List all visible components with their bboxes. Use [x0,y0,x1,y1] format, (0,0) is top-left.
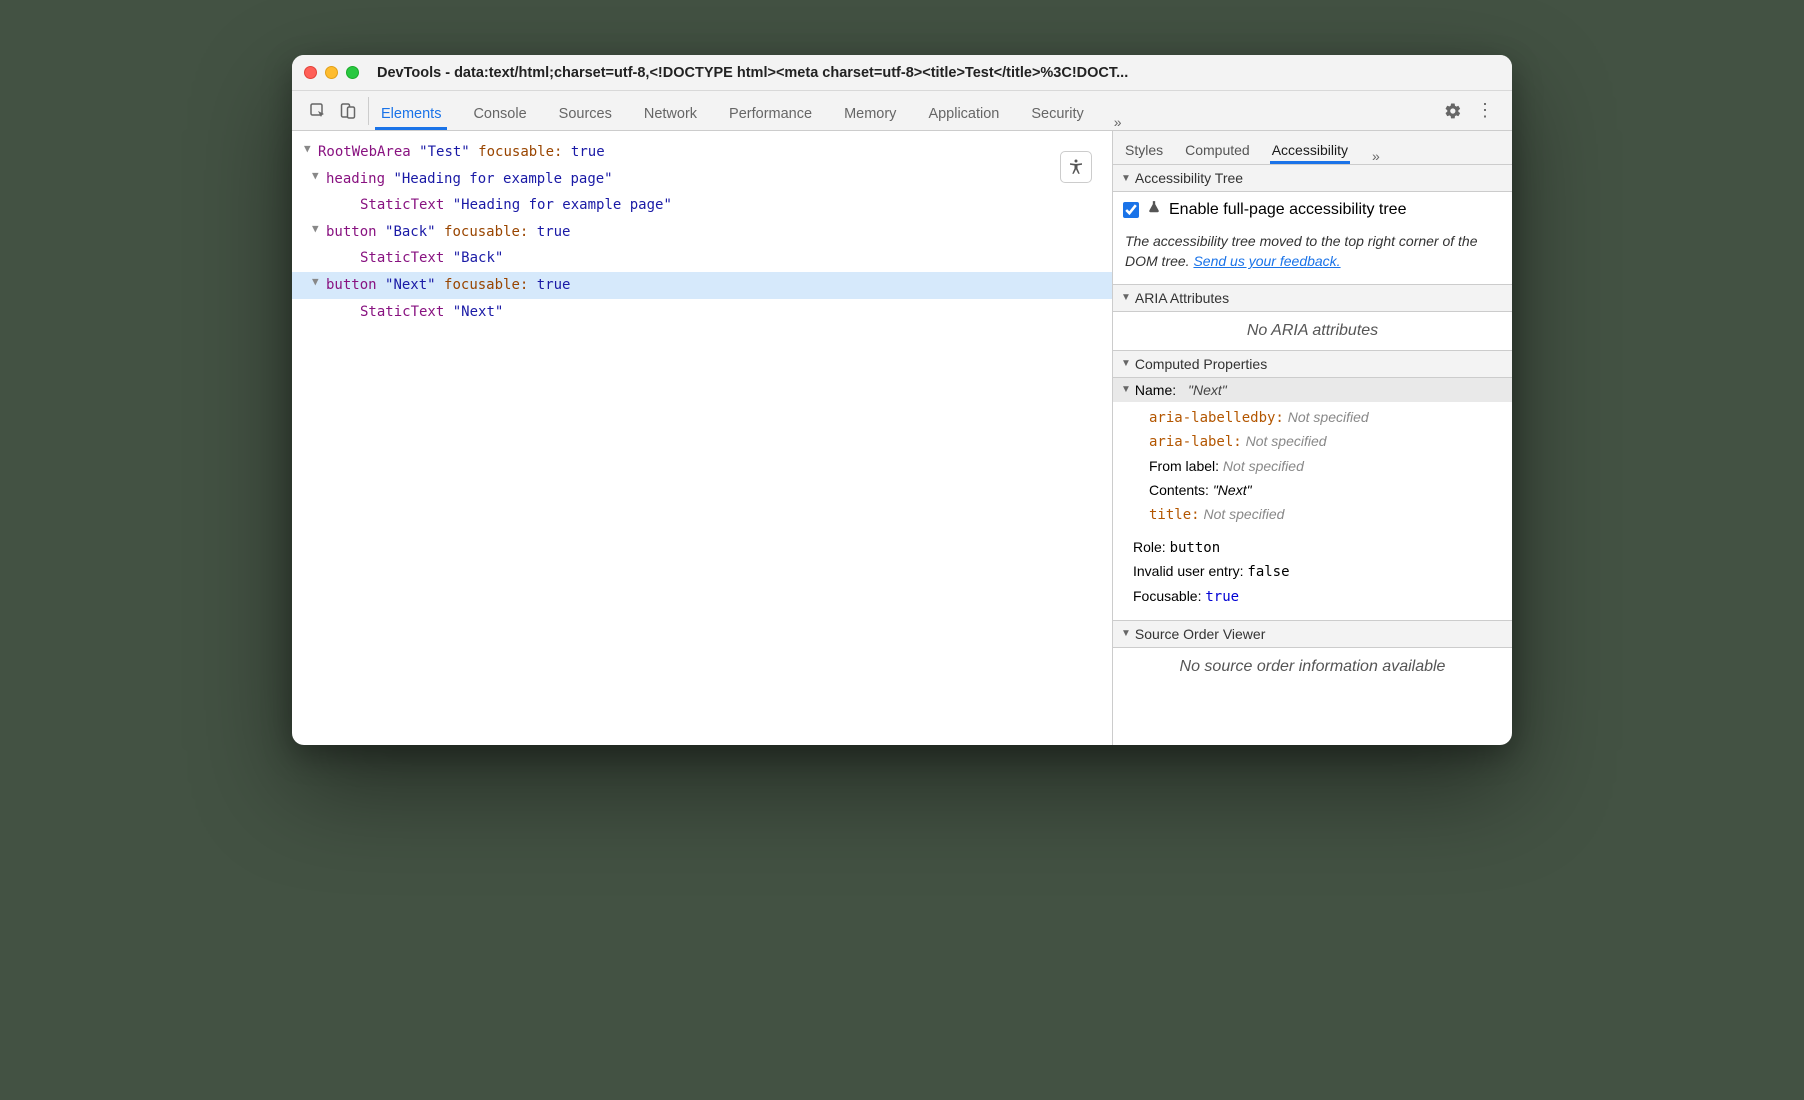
close-icon[interactable] [304,66,317,79]
tab-performance[interactable]: Performance [723,96,818,130]
tree-button-back[interactable]: ▼button "Back" focusable: true [292,219,1112,246]
kebab-menu-icon[interactable]: ⋮ [1476,102,1494,120]
more-side-tabs-icon[interactable]: » [1368,148,1384,164]
side-tab-computed[interactable]: Computed [1183,135,1252,164]
accessibility-icon[interactable] [1060,151,1092,183]
enable-full-page-label: Enable full-page accessibility tree [1169,201,1406,219]
from-label-row: From label: Not specified [1149,455,1512,479]
tab-application[interactable]: Application [922,96,1005,130]
aria-label-row: aria-label: Not specified [1149,430,1512,455]
section-accessibility-tree[interactable]: ▼Accessibility Tree [1113,165,1512,192]
main-tabs: Elements Console Sources Network Perform… [375,91,1432,130]
side-tab-accessibility[interactable]: Accessibility [1270,135,1350,164]
title-row: title: Not specified [1149,503,1512,528]
invalid-row: Invalid user entry: false [1133,560,1512,585]
tree-heading-text[interactable]: StaticText "Heading for example page" [292,192,1112,219]
device-toolbar-icon[interactable] [338,101,358,121]
tab-memory[interactable]: Memory [838,96,902,130]
tree-heading[interactable]: ▼heading "Heading for example page" [292,166,1112,193]
inspect-element-icon[interactable] [308,101,328,121]
section-aria-attributes[interactable]: ▼ARIA Attributes [1113,284,1512,312]
sidebar-tabs: Styles Computed Accessibility » [1113,131,1512,165]
enable-full-page-checkbox[interactable] [1123,202,1139,218]
chevron-down-icon: ▼ [1121,628,1131,639]
minimize-icon[interactable] [325,66,338,79]
chevron-down-icon: ▼ [1121,173,1131,184]
accessibility-tree: ▼RootWebArea "Test" focusable: true ▼hea… [292,139,1112,325]
toolbar-right: ⋮ [1432,102,1506,120]
role-row: Role: button [1133,536,1512,561]
enable-full-page-row: Enable full-page accessibility tree [1113,192,1512,227]
tab-sources[interactable]: Sources [553,96,618,130]
info-text: The accessibility tree moved to the top … [1113,227,1512,284]
traffic-lights [304,66,359,79]
titlebar: DevTools - data:text/html;charset=utf-8,… [292,55,1512,91]
tab-console[interactable]: Console [467,96,532,130]
tree-root[interactable]: ▼RootWebArea "Test" focusable: true [292,139,1112,166]
flask-icon [1147,200,1161,219]
toolbar-icons [298,97,369,125]
body: ▼RootWebArea "Test" focusable: true ▼hea… [292,131,1512,745]
tab-elements[interactable]: Elements [375,96,447,130]
no-aria-attributes: No ARIA attributes [1113,312,1512,350]
focusable-row: Focusable: true [1133,585,1512,610]
window-title: DevTools - data:text/html;charset=utf-8,… [377,65,1500,81]
tab-network[interactable]: Network [638,96,703,130]
chevron-down-icon: ▼ [1121,358,1131,369]
devtools-window: DevTools - data:text/html;charset=utf-8,… [292,55,1512,745]
aria-labelledby-row: aria-labelledby: Not specified [1149,406,1512,431]
section-computed-properties[interactable]: ▼Computed Properties [1113,350,1512,378]
section-source-order[interactable]: ▼Source Order Viewer [1113,620,1512,648]
zoom-icon[interactable] [346,66,359,79]
simple-props: Role: button Invalid user entry: false F… [1113,532,1512,620]
tree-button-next[interactable]: ▼button "Next" focusable: true [292,272,1112,299]
contents-row: Contents: "Next" [1149,479,1512,503]
no-source-order: No source order information available [1113,648,1512,686]
sidebar: Styles Computed Accessibility » ▼Accessi… [1112,131,1512,745]
main-toolbar: Elements Console Sources Network Perform… [292,91,1512,131]
tree-back-text[interactable]: StaticText "Back" [292,245,1112,272]
name-row[interactable]: ▼Name: "Next" [1113,378,1512,402]
name-sources: aria-labelledby: Not specified aria-labe… [1113,402,1512,532]
chevron-down-icon: ▼ [1121,384,1131,395]
side-tab-styles[interactable]: Styles [1123,135,1165,164]
tree-next-text[interactable]: StaticText "Next" [292,299,1112,326]
accessibility-tree-panel: ▼RootWebArea "Test" focusable: true ▼hea… [292,131,1112,745]
feedback-link[interactable]: Send us your feedback. [1193,253,1340,269]
gear-icon[interactable] [1444,102,1462,120]
more-tabs-icon[interactable]: » [1110,114,1126,130]
tab-security[interactable]: Security [1025,96,1089,130]
chevron-down-icon: ▼ [1121,292,1131,303]
